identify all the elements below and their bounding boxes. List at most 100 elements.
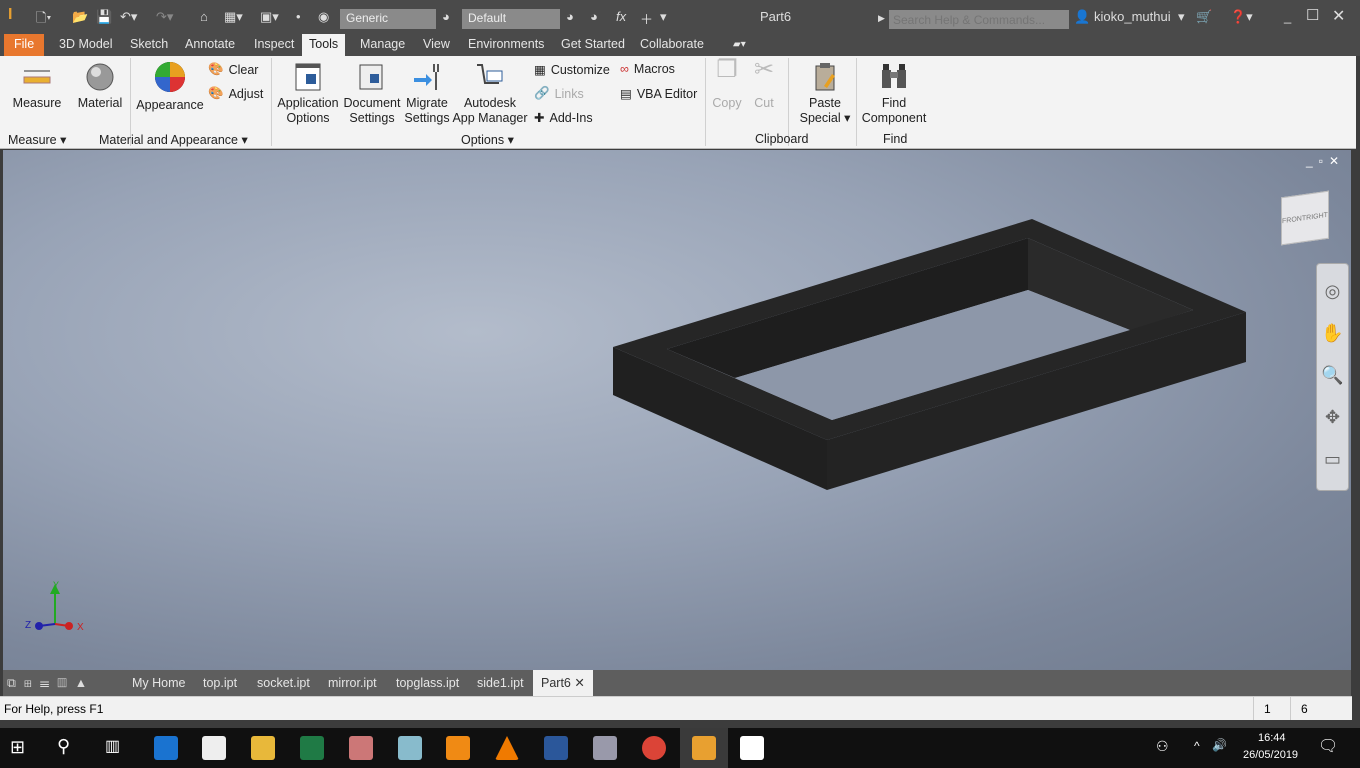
control-panel-icon[interactable] (593, 736, 617, 760)
appearance-icon[interactable]: ◕ (442, 9, 450, 24)
chevron-right-icon[interactable]: ▶ (878, 13, 885, 24)
window-arrange-icons[interactable]: ⧉⊞☰▥▲ (7, 670, 95, 696)
home-icon[interactable]: ⌂ (200, 9, 208, 24)
steering-wheel-icon[interactable]: ◎ (1317, 270, 1348, 312)
find-component-button[interactable]: Find Component (860, 62, 928, 126)
tab-file[interactable]: File (4, 34, 45, 56)
look-at-icon[interactable]: ▭ (1317, 438, 1348, 480)
notifications-icon[interactable]: 🗨 (1318, 736, 1338, 756)
search-icon[interactable]: ⚲ (57, 736, 70, 757)
close-tab-icon[interactable]: ✕ (574, 676, 584, 690)
cart-icon[interactable]: 🛒 (1196, 9, 1212, 25)
ribbon-display-icon[interactable]: ▰▾ (726, 34, 753, 56)
windows-start-icon[interactable]: ⊞ (10, 737, 25, 758)
excel-icon[interactable] (300, 736, 324, 760)
links-button[interactable]: 🔗 Links (534, 86, 584, 101)
copy-button[interactable]: ❐ Copy (708, 58, 746, 111)
update-icon[interactable]: ▦▾ (224, 9, 243, 25)
measure-button[interactable]: Measure (8, 62, 66, 111)
inventor-logo-icon[interactable]: I (8, 6, 12, 24)
options-group-label[interactable]: Options ▾ (461, 132, 514, 147)
minimize-button[interactable]: _ (1284, 9, 1291, 24)
people-icon[interactable]: ⚇ (1156, 738, 1169, 755)
redo-icon[interactable]: ↷▾ (156, 9, 173, 25)
material-combo[interactable]: Generic (340, 9, 436, 29)
tab-get-started[interactable]: Get Started (554, 34, 632, 56)
document-settings-button[interactable]: Document Settings (341, 62, 403, 126)
doc-tab[interactable]: mirror.ipt (328, 670, 377, 696)
task-view-icon[interactable]: ▥ (105, 736, 120, 756)
new-file-icon[interactable]: 🗋▾ (36, 9, 51, 31)
chevron-down-icon[interactable]: ▾ (1178, 9, 1185, 25)
doc-tab[interactable]: My Home (132, 670, 185, 696)
volume-icon[interactable]: 🔊 (1212, 738, 1227, 752)
user-name[interactable]: kioko_muthui (1094, 9, 1171, 24)
paste-special-button[interactable]: Paste Special ▾ (796, 62, 854, 126)
file-explorer-icon[interactable] (251, 736, 275, 760)
part-model[interactable] (3, 150, 1351, 670)
doc-tab[interactable]: socket.ipt (257, 670, 310, 696)
paint-icon[interactable] (349, 736, 373, 760)
adjust-appearance-icon[interactable]: ◕ (566, 9, 574, 24)
tab-inspect[interactable]: Inspect (247, 34, 301, 56)
plus-icon[interactable]: ＋ (640, 9, 653, 28)
vba-editor-button[interactable]: ▤ VBA Editor (620, 86, 697, 102)
fx-icon[interactable]: fx (616, 9, 626, 24)
edge-icon[interactable] (154, 736, 178, 760)
tab-view[interactable]: View (416, 34, 457, 56)
material-button[interactable]: Material (72, 62, 128, 111)
clock-date[interactable]: 26/05/2019 (1243, 749, 1298, 761)
customize-button[interactable]: ▦ Customize (534, 62, 610, 78)
open-icon[interactable]: 📂 (72, 9, 88, 25)
adjust-button[interactable]: 🎨 Adjust (208, 86, 263, 101)
select-icon[interactable]: ▣▾ (260, 9, 279, 25)
tab-tools[interactable]: Tools (302, 34, 346, 56)
view-cube[interactable]: FRONT RIGHT (1281, 190, 1329, 246)
tab-collaborate[interactable]: Collaborate (633, 34, 711, 56)
word-icon[interactable] (544, 736, 568, 760)
photos-icon[interactable] (740, 736, 764, 760)
tab-manage[interactable]: Manage (353, 34, 412, 56)
orbit-icon[interactable]: ✥ (1317, 396, 1348, 438)
help-icon[interactable]: ❓▾ (1230, 9, 1253, 25)
tray-chevron-icon[interactable]: ^ (1194, 739, 1200, 753)
clear-appearance-icon[interactable]: ◕ (590, 9, 598, 24)
measure-icon[interactable]: • (296, 9, 301, 24)
measure-group-label[interactable]: Measure ▾ (8, 132, 66, 147)
view-cube-front[interactable]: FRONT (1282, 214, 1306, 224)
material-icon[interactable]: ◉ (318, 9, 329, 25)
maximize-button[interactable]: ☐ (1306, 6, 1319, 24)
appearance-combo[interactable]: Default (462, 9, 560, 29)
tab-environments[interactable]: Environments (461, 34, 551, 56)
undo-icon[interactable]: ↶▾ (120, 9, 137, 25)
tab-sketch[interactable]: Sketch (123, 34, 175, 56)
application-options-button[interactable]: Application Options (274, 62, 342, 126)
migrate-settings-button[interactable]: Migrate Settings (402, 62, 452, 126)
doc-tab[interactable]: side1.ipt (477, 670, 524, 696)
clear-button[interactable]: 🎨 Clear (208, 62, 258, 77)
doc-tab[interactable]: top.ipt (203, 670, 237, 696)
appearance-button[interactable]: Appearance (135, 60, 205, 113)
tab-annotate[interactable]: Annotate (178, 34, 242, 56)
sublime-icon[interactable] (446, 736, 470, 760)
graphics-viewport[interactable]: _▫✕ FRONT RIGHT ◎ ✋ 🔍 ✥ ▭ Y X Z (3, 150, 1351, 670)
vlc-icon[interactable] (495, 736, 519, 760)
cut-button[interactable]: ✂ Cut (746, 58, 782, 111)
inventor-taskbar-active[interactable] (680, 728, 728, 768)
tab-3d-model[interactable]: 3D Model (52, 34, 120, 56)
doc-tab-active[interactable]: Part6 ✕ (533, 670, 593, 696)
app-icon[interactable] (398, 736, 422, 760)
macros-button[interactable]: ∞ Macros (620, 62, 675, 76)
add-ins-button[interactable]: ✚ Add-Ins (534, 110, 593, 126)
save-icon[interactable]: 💾 (96, 9, 112, 25)
doc-tab[interactable]: topglass.ipt (396, 670, 459, 696)
zoom-icon[interactable]: 🔍 (1317, 354, 1348, 396)
store-icon[interactable] (202, 736, 226, 760)
pan-icon[interactable]: ✋ (1317, 312, 1348, 354)
app-manager-button[interactable]: Autodesk App Manager (452, 62, 528, 126)
view-cube-right[interactable]: RIGHT (1306, 211, 1328, 221)
close-button[interactable]: ✕ (1332, 6, 1345, 26)
material-group-label[interactable]: Material and Appearance ▾ (99, 132, 248, 147)
search-input[interactable] (889, 10, 1069, 29)
clock-time[interactable]: 16:44 (1258, 732, 1286, 744)
